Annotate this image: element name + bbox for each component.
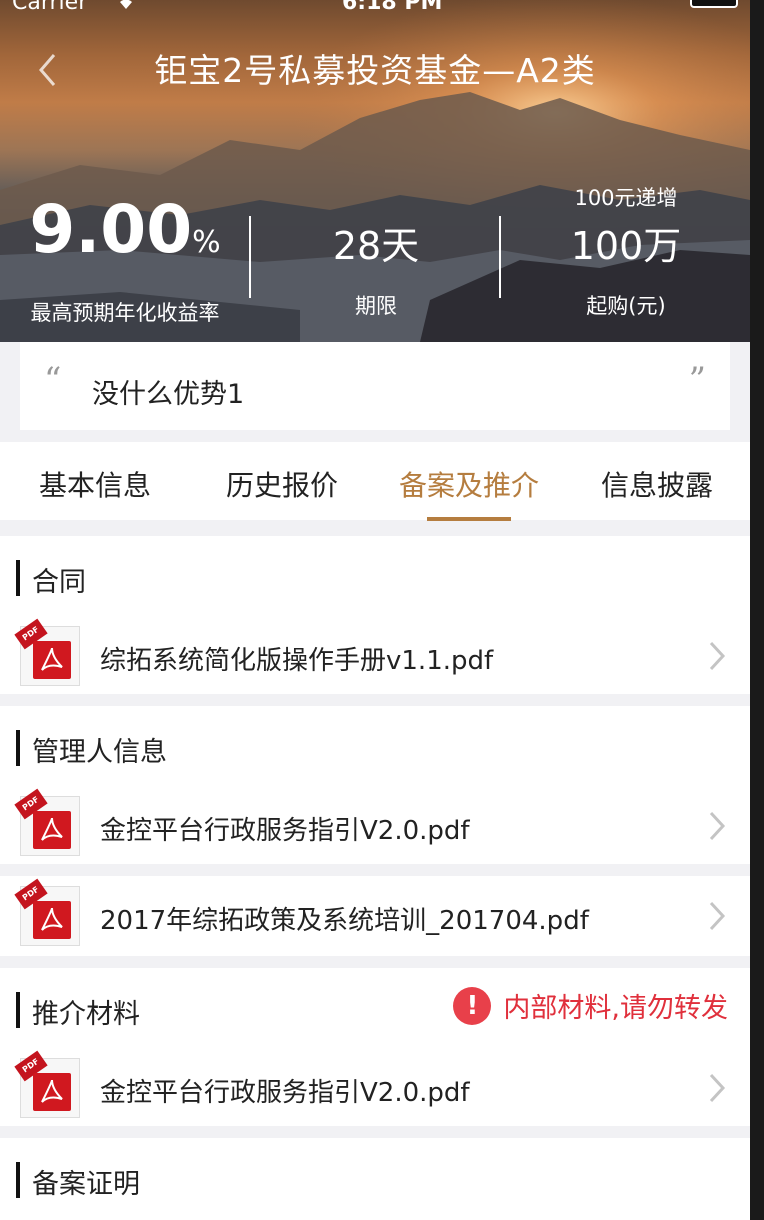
stat-minimum: 100元递增 100万 起购(元): [502, 186, 750, 320]
yield-unit: %: [192, 225, 221, 260]
chevron-right-icon: [708, 810, 726, 842]
tab-basic-info[interactable]: 基本信息: [0, 464, 190, 504]
close-quote-mark: ”: [688, 360, 706, 400]
clock-time: 6:18 PM: [342, 0, 443, 15]
tab-disclosure[interactable]: 信息披露: [562, 464, 750, 504]
section-marker: [16, 992, 20, 1028]
min-value: 100万: [570, 224, 682, 268]
file-row[interactable]: PDF 金控平台行政服务指引V2.0.pdf: [0, 1048, 750, 1128]
section-title: 推介材料: [32, 999, 140, 1030]
open-quote-mark: “: [44, 360, 62, 400]
internal-warning: ! 内部材料,请勿转发: [453, 986, 728, 1026]
warning-text: 内部材料,请勿转发: [503, 993, 728, 1024]
section-manager-info-extra: PDF 2017年综拓政策及系统培训_201704.pdf: [0, 876, 750, 956]
carrier-label: Carrier: [12, 0, 88, 15]
battery-icon: [690, 0, 738, 8]
section-manager-info: 管理人信息 PDF 金控平台行政服务指引V2.0.pdf: [0, 706, 750, 864]
chevron-right-icon: [708, 900, 726, 932]
period-label: 期限: [355, 294, 397, 318]
section-header: 管理人信息: [0, 706, 750, 786]
file-row[interactable]: PDF 2017年综拓政策及系统培训_201704.pdf: [0, 876, 750, 956]
section-header: 备案证明: [0, 1138, 750, 1218]
file-name: 金控平台行政服务指引V2.0.pdf: [100, 816, 470, 846]
section-header: 推介材料 ! 内部材料,请勿转发: [0, 968, 750, 1048]
yield-value: 9.00: [29, 191, 193, 268]
tab-history-quotes[interactable]: 历史报价: [187, 464, 377, 504]
product-hero: Carrier 6:18 PM 钜宝2号私募投资基金—A2类 9.00% 最高预…: [0, 0, 750, 342]
section-marker: [16, 1162, 20, 1198]
min-label: 起购(元): [586, 294, 666, 318]
advantage-quote: “ 没什么优势1 ”: [20, 342, 730, 430]
section-marker: [16, 560, 20, 596]
stat-divider: [499, 216, 501, 298]
stat-period: 28天 期限: [252, 190, 500, 320]
section-marker: [16, 730, 20, 766]
pdf-file-icon: PDF: [14, 788, 80, 856]
pdf-file-icon: PDF: [14, 1050, 80, 1118]
quote-text: 没什么优势1: [92, 379, 245, 410]
page-title: 钜宝2号私募投资基金—A2类: [154, 51, 596, 90]
status-bar: Carrier 6:18 PM: [12, 0, 738, 20]
chevron-right-icon: [708, 640, 726, 672]
file-row[interactable]: PDF 金控平台行政服务指引V2.0.pdf: [0, 786, 750, 866]
chevron-right-icon: [708, 1072, 726, 1104]
yield-label: 最高预期年化收益率: [30, 301, 220, 325]
file-row[interactable]: PDF 综拓系统简化版操作手册v1.1.pdf: [0, 616, 750, 696]
tab-bar: 基本信息 历史报价 备案及推介 信息披露: [0, 442, 750, 520]
tab-filing-promotion[interactable]: 备案及推介: [374, 464, 564, 504]
section-promotion-materials: 推介材料 ! 内部材料,请勿转发 PDF 金控平台行政服务指引V2.0.pdf: [0, 968, 750, 1126]
pdf-file-icon: PDF: [14, 878, 80, 946]
period-value: 28天: [332, 224, 420, 268]
file-name: 综拓系统简化版操作手册v1.1.pdf: [100, 646, 494, 676]
increment-note: 100元递增: [574, 186, 678, 210]
file-name: 2017年综拓政策及系统培训_201704.pdf: [100, 906, 589, 936]
section-filing-certificate: 备案证明: [0, 1138, 750, 1220]
screen-edge: [750, 0, 764, 1220]
file-name: 金控平台行政服务指引V2.0.pdf: [100, 1078, 470, 1108]
pdf-file-icon: PDF: [14, 618, 80, 686]
stat-divider: [249, 216, 251, 298]
section-title: 管理人信息: [32, 737, 167, 768]
app-screen: Carrier 6:18 PM 钜宝2号私募投资基金—A2类 9.00% 最高预…: [0, 0, 750, 1220]
stat-yield: 9.00% 最高预期年化收益率: [0, 190, 250, 327]
section-header: 合同: [0, 536, 750, 616]
wifi-icon: [112, 0, 140, 18]
section-title: 合同: [32, 567, 86, 598]
section-contract: 合同 PDF 综拓系统简化版操作手册v1.1.pdf: [0, 536, 750, 694]
active-tab-indicator: [427, 517, 511, 521]
section-title: 备案证明: [32, 1169, 140, 1200]
exclamation-icon: !: [453, 986, 492, 1025]
